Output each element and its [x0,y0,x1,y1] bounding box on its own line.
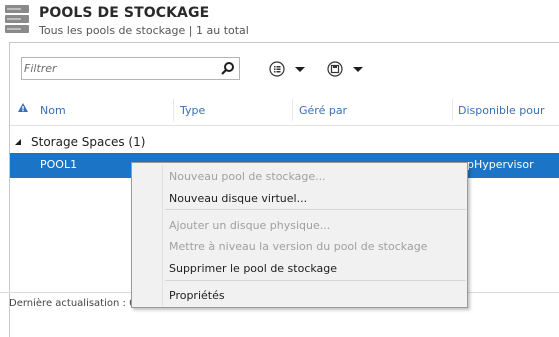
row-name: POOL1 [40,158,78,171]
menu-item-upgrade-pool-version[interactable]: Mettre à niveau la version du pool de st… [169,240,427,253]
column-header-name[interactable]: Nom [40,104,66,117]
search-icon[interactable] [220,61,236,77]
menu-item-new-pool[interactable]: Nouveau pool de stockage... [169,170,326,183]
row-available-for: pHypervisor [467,158,534,171]
menu-separator [165,280,466,281]
menu-item-properties[interactable]: Propriétés [169,289,225,302]
column-divider[interactable] [292,99,293,121]
storage-server-icon [5,5,29,33]
page-header: POOLS DE STOCKAGE Tous les pools de stoc… [0,0,559,42]
group-header[interactable]: Storage Spaces (1) [31,135,145,149]
column-divider[interactable] [452,99,453,121]
menu-gutter [162,165,163,306]
page-title: POOLS DE STOCKAGE [39,5,210,21]
menu-item-new-virtual-disk[interactable]: Nouveau disque virtuel... [169,192,307,205]
column-divider[interactable] [173,99,174,121]
menu-item-add-physical-disk[interactable]: Ajouter un disque physique... [169,219,330,232]
filter-input[interactable] [24,59,214,78]
column-header-type[interactable]: Type [180,104,205,117]
list-options-icon [269,61,285,77]
warning-sort-icon[interactable] [18,103,28,115]
chevron-down-icon [295,67,305,72]
column-header-available-for[interactable]: Disponible pour [458,104,545,117]
filter-box [21,57,240,80]
save-query-button[interactable] [327,61,367,77]
list-options-button[interactable] [269,61,309,77]
save-query-icon [327,61,343,77]
column-header-managed-by[interactable]: Géré par [299,104,347,117]
collapse-triangle-icon[interactable] [14,138,22,146]
column-header-row: Nom Type Géré par Disponible pour [10,99,559,126]
menu-separator [165,209,466,210]
page-subtitle: Tous les pools de stockage | 1 au total [39,24,249,37]
chevron-down-icon [353,67,363,72]
menu-item-delete-pool[interactable]: Supprimer le pool de stockage [169,262,337,275]
context-menu: Nouveau pool de stockage... Nouveau disq… [131,162,468,308]
